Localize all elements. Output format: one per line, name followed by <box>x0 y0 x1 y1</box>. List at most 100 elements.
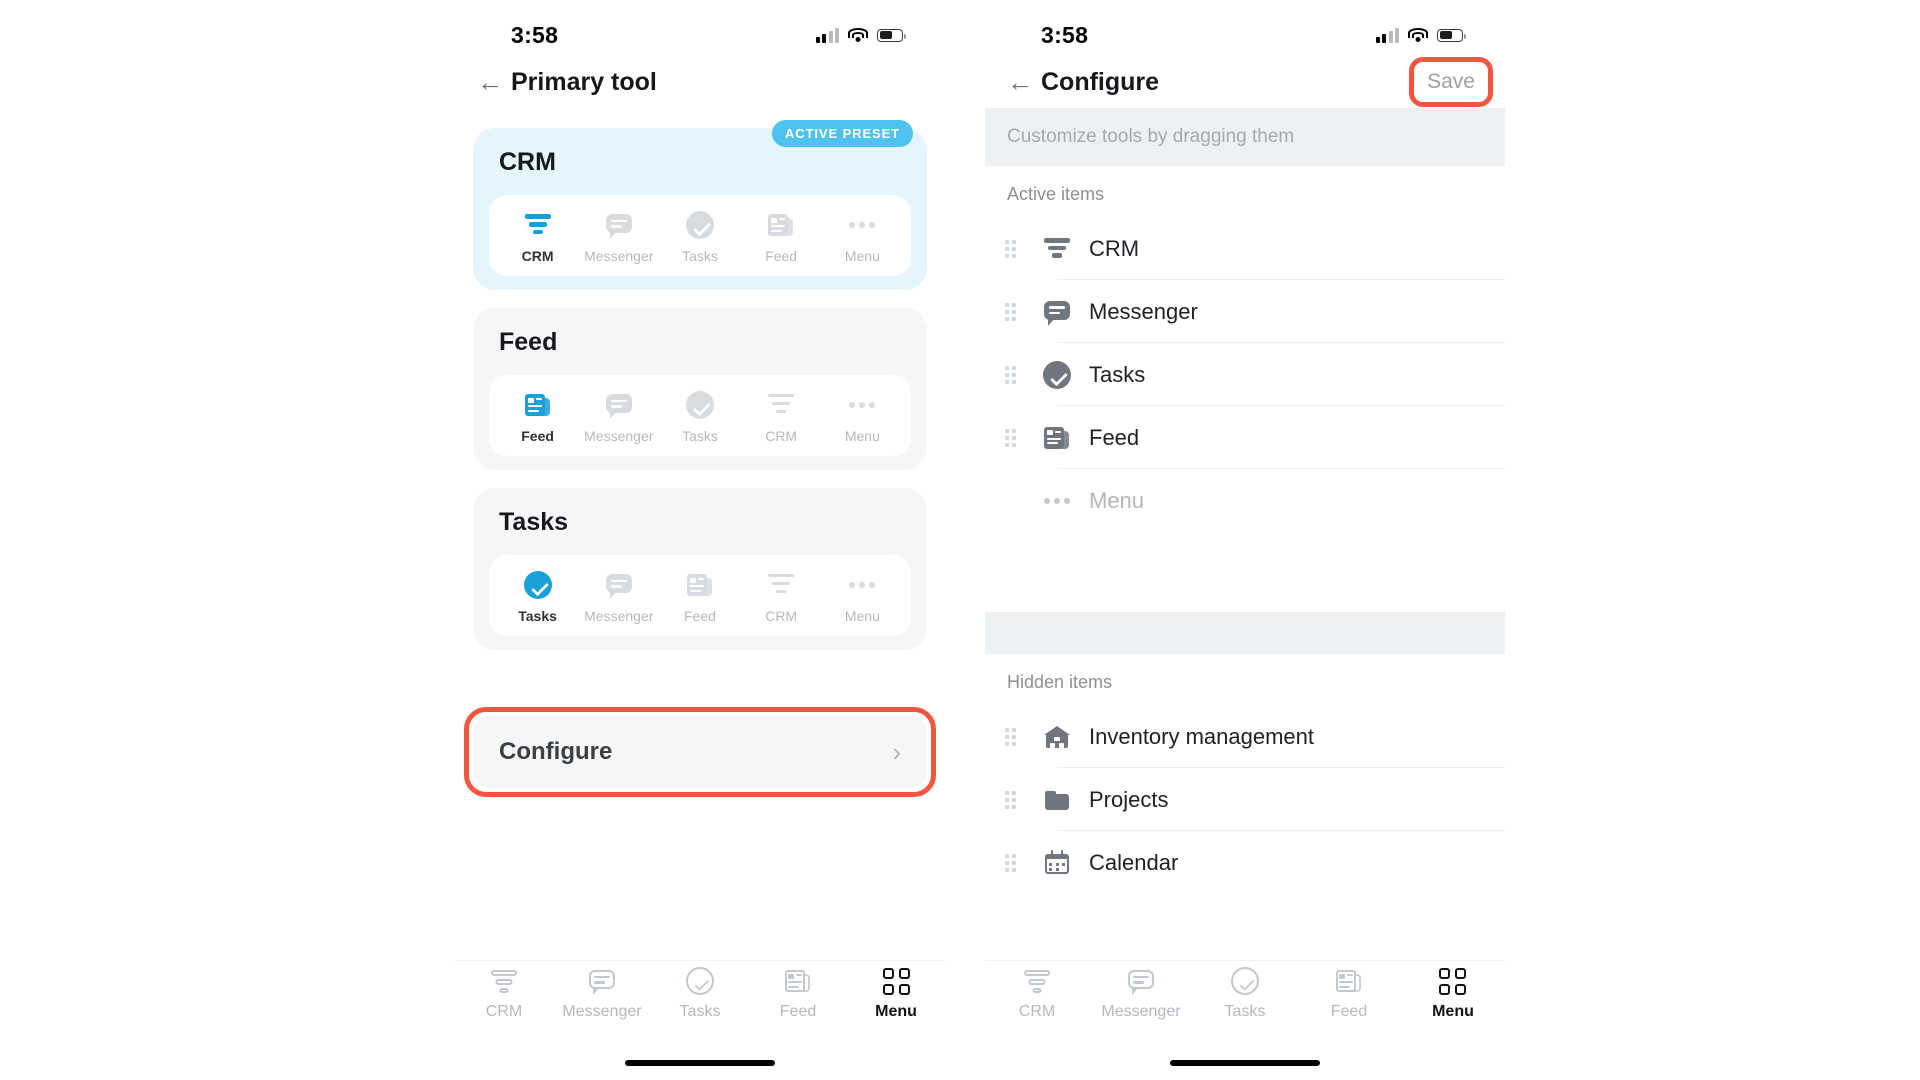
bottom-tab-messenger[interactable]: Messenger <box>555 967 648 1021</box>
preset-tab-messenger[interactable]: Messenger <box>580 211 657 264</box>
drag-hint-text: Customize tools by dragging them <box>1007 126 1295 147</box>
bottom-tab-menu[interactable]: Menu <box>849 967 942 1021</box>
preset-list: ACTIVE PRESET CRM CRM Messenger Tasks Fe… <box>455 120 945 668</box>
drag-handle-icon[interactable] <box>1005 239 1027 258</box>
preset-tab-tasks[interactable]: Tasks <box>661 211 738 264</box>
preset-card-feed[interactable]: Feed Feed Messenger Tasks CRM Menu <box>473 308 927 470</box>
status-bar-left: 3:58 <box>455 0 945 56</box>
bottom-tab-tasks[interactable]: Tasks <box>1196 967 1295 1021</box>
wifi-icon <box>848 27 868 43</box>
list-item-crm[interactable]: CRM <box>985 217 1505 280</box>
list-item-feed[interactable]: Feed <box>985 406 1505 469</box>
preset-tab-label: Tasks <box>682 248 718 264</box>
check-icon <box>1043 360 1071 389</box>
list-item-label: Feed <box>1089 424 1140 450</box>
bottom-tab-tasks[interactable]: Tasks <box>653 967 746 1021</box>
bottom-tab-feed[interactable]: Feed <box>751 967 844 1021</box>
bottom-tab-crm[interactable]: CRM <box>457 967 550 1021</box>
preset-tab-crm[interactable]: CRM <box>743 391 820 444</box>
check-icon <box>685 391 714 419</box>
drag-handle-icon[interactable] <box>1005 790 1027 809</box>
back-arrow-icon[interactable]: ← <box>1005 69 1035 95</box>
preset-tab-messenger[interactable]: Messenger <box>580 391 657 444</box>
preset-title: CRM <box>499 148 556 176</box>
status-time: 3:58 <box>1041 21 1089 48</box>
bottom-tab-crm[interactable]: CRM <box>988 967 1087 1021</box>
right-phone-screen: 3:58 ← Configure Save Customize tools by… <box>985 0 1505 1080</box>
preset-title: Tasks <box>499 508 569 536</box>
save-button[interactable]: Save <box>1417 65 1485 99</box>
bottom-tab-messenger[interactable]: Messenger <box>1092 967 1191 1021</box>
funnel-icon <box>524 211 552 239</box>
dots-icon <box>848 211 876 239</box>
configure-section: Configure › <box>464 707 936 797</box>
list-item-inventory-management[interactable]: Inventory management <box>985 705 1505 768</box>
hidden-items-card: Hidden items Inventory management Projec… <box>985 654 1505 965</box>
list-item-calendar[interactable]: Calendar <box>985 831 1505 894</box>
drag-handle-icon[interactable] <box>1005 853 1027 872</box>
preset-tab-feed[interactable]: Feed <box>661 571 738 624</box>
preset-tab-label: Menu <box>844 428 880 444</box>
news-icon <box>686 571 714 599</box>
preset-tab-menu[interactable]: Menu <box>824 211 901 264</box>
news-icon <box>1043 424 1071 452</box>
left-navbar: ← Primary tool <box>455 56 945 108</box>
funnel-icon <box>1043 235 1071 263</box>
preset-tab-crm[interactable]: CRM <box>499 211 576 264</box>
preset-tab-menu[interactable]: Menu <box>824 391 901 444</box>
bottom-tab-menu[interactable]: Menu <box>1404 967 1503 1021</box>
bottom-tab-label: Menu <box>1432 1003 1474 1020</box>
preset-tab-tasks[interactable]: Tasks <box>499 571 576 624</box>
drag-handle-icon[interactable] <box>1005 428 1027 447</box>
preset-tab-menu[interactable]: Menu <box>824 571 901 624</box>
grid-icon <box>1439 967 1467 995</box>
preset-tab-label: Feed <box>684 608 716 624</box>
news-icon <box>784 967 812 995</box>
preset-tab-crm[interactable]: CRM <box>743 571 820 624</box>
preset-tab-messenger[interactable]: Messenger <box>580 571 657 624</box>
back-arrow-icon[interactable]: ← <box>475 69 505 95</box>
preset-tab-label: Messenger <box>584 428 654 444</box>
bottom-tab-label: Feed <box>779 1003 817 1020</box>
drag-handle-icon[interactable] <box>1005 727 1027 746</box>
bottom-tab-feed[interactable]: Feed <box>1300 967 1399 1021</box>
list-item-projects[interactable]: Projects <box>985 768 1505 831</box>
preset-tab-label: Menu <box>844 248 880 264</box>
dots-icon <box>1043 487 1071 515</box>
check-icon <box>523 571 552 599</box>
list-item-tasks[interactable]: Tasks <box>985 343 1505 406</box>
preset-tab-label: Feed <box>765 248 798 264</box>
configure-button[interactable]: Configure › <box>473 716 927 788</box>
section-gap-band <box>985 612 1505 654</box>
right-navbar: ← Configure Save <box>985 56 1505 108</box>
preset-tab-label: Feed <box>521 428 554 444</box>
preset-card-crm[interactable]: ACTIVE PRESET CRM CRM Messenger Tasks Fe… <box>473 120 927 290</box>
home-indicator <box>1170 1060 1320 1066</box>
news-icon <box>1335 967 1363 995</box>
preset-tab-label: Messenger <box>584 248 654 264</box>
status-icons <box>815 27 907 43</box>
battery-icon <box>877 28 907 42</box>
dots-icon <box>848 571 876 599</box>
drag-handle-icon[interactable] <box>1005 365 1027 384</box>
news-icon <box>524 391 552 419</box>
configure-label: Configure <box>499 738 613 765</box>
active-preset-badge: ACTIVE PRESET <box>772 120 913 147</box>
preset-card-tasks[interactable]: Tasks Tasks Messenger Feed CRM Menu <box>473 488 927 650</box>
signal-bars-icon <box>1375 27 1399 43</box>
drag-hint-bar: Customize tools by dragging them <box>985 108 1505 166</box>
check-icon <box>685 211 714 239</box>
preset-tab-feed[interactable]: Feed <box>743 211 820 264</box>
list-item-label: Menu <box>1089 487 1145 513</box>
preset-tab-feed[interactable]: Feed <box>499 391 576 444</box>
list-item-messenger[interactable]: Messenger <box>985 280 1505 343</box>
screenshot-root: 3:58 ← Primary tool ACTIVE PRESET CRM CR… <box>0 0 1920 1080</box>
preset-tab-tasks[interactable]: Tasks <box>661 391 738 444</box>
funnel-icon <box>767 571 795 599</box>
drag-handle-icon[interactable] <box>1005 302 1027 321</box>
left-phone-screen: 3:58 ← Primary tool ACTIVE PRESET CRM CR… <box>455 0 945 1080</box>
bottom-tab-label: Messenger <box>1101 1003 1181 1020</box>
warehouse-icon <box>1043 723 1071 751</box>
list-item-label: Projects <box>1089 786 1169 812</box>
chat-icon <box>605 571 633 599</box>
